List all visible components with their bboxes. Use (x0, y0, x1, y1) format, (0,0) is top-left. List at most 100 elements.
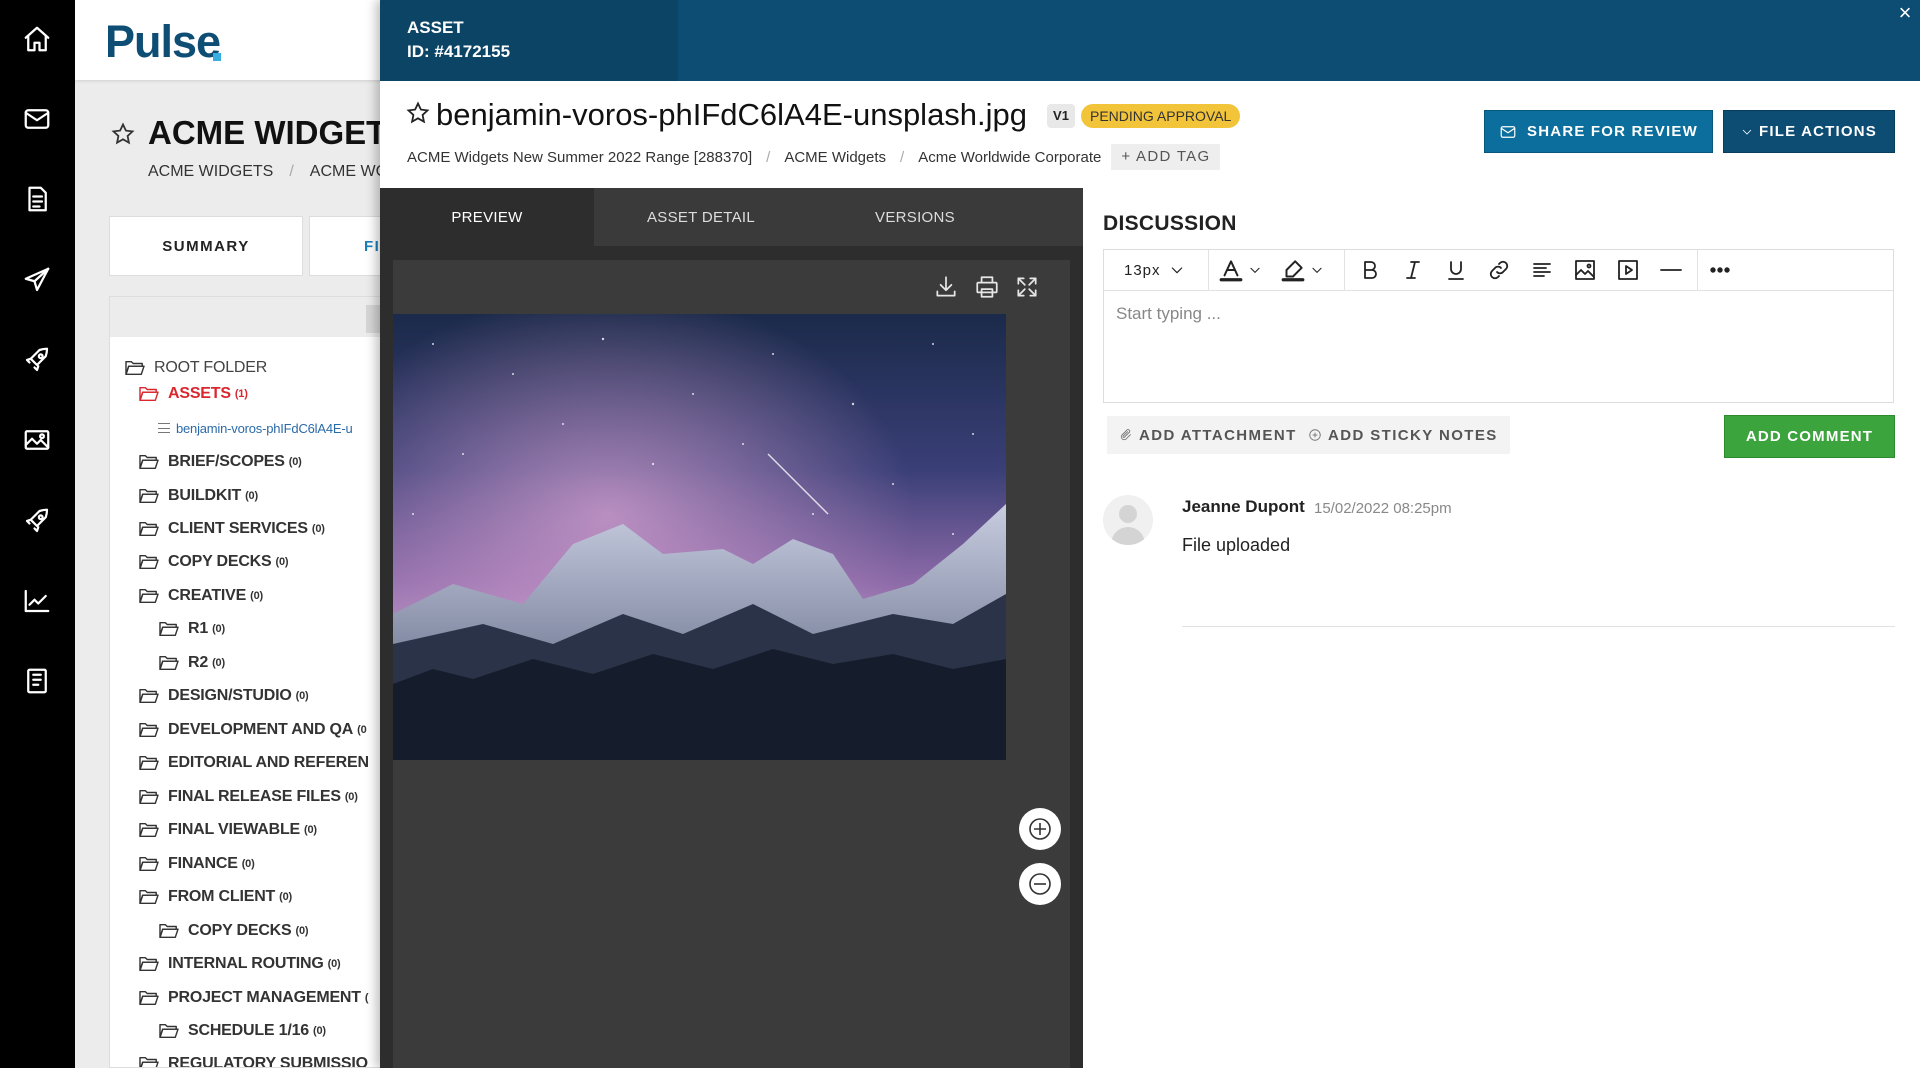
align-icon[interactable] (1530, 258, 1554, 282)
add-tag-button[interactable]: + ADD TAG (1111, 144, 1221, 170)
comment-editor[interactable]: 13px Start typing ... (1103, 249, 1894, 403)
breadcrumb-item[interactable]: ACME WIDGETS (148, 163, 273, 180)
fullscreen-icon[interactable] (1014, 274, 1040, 300)
add-attachments-button[interactable]: ADD ATTACHMENTS (1107, 416, 1321, 454)
asset-viewer: PREVIEW ASSET DETAIL VERSIONS (380, 188, 1083, 1068)
rocket-icon[interactable] (22, 345, 52, 375)
share-for-review-button[interactable]: SHARE FOR REVIEW (1484, 110, 1713, 153)
breadcrumb-item[interactable]: ACME Widgets (784, 149, 886, 166)
star-icon[interactable] (111, 122, 135, 146)
status-badge: PENDING APPROVAL (1081, 104, 1241, 128)
add-sticky-notes-button[interactable]: ADD STICKY NOTES (1296, 416, 1510, 454)
avatar (1103, 495, 1153, 545)
asset-id: ID: #4172155 (407, 42, 511, 61)
tab-summary[interactable]: SUMMARY (109, 216, 303, 276)
tab-versions[interactable]: VERSIONS (808, 188, 1022, 246)
folder-open-icon (138, 1055, 160, 1067)
italic-icon[interactable] (1401, 258, 1425, 282)
comment-divider (1182, 626, 1895, 627)
tree-item-folder[interactable]: DEVELOPMENT AND QA (0 (138, 719, 367, 741)
chevron-down-icon (1250, 267, 1260, 273)
breadcrumb-item[interactable]: ACME Widgets New Summer 2022 Range [2883… (407, 149, 752, 166)
tab-preview[interactable]: PREVIEW (380, 188, 594, 246)
folder-open-icon (138, 888, 160, 906)
asset-type-label: ASSET (407, 18, 464, 37)
asset-modal: ASSET ID: #4172155 × benjamin-voros-phIF… (380, 0, 1920, 1068)
tree-item-folder[interactable]: CLIENT SERVICES (0) (138, 518, 325, 540)
bold-icon[interactable] (1358, 258, 1382, 282)
tree-item-folder[interactable]: FROM CLIENT (0) (138, 886, 292, 908)
tree-item-assets[interactable]: ASSETS (1) (138, 383, 248, 405)
pulse-logo[interactable]: Pulse (105, 16, 221, 68)
plus-circle-icon (1309, 429, 1321, 441)
folder-open-icon (138, 855, 160, 873)
folder-open-icon (138, 821, 160, 839)
tab-asset-detail[interactable]: ASSET DETAIL (594, 188, 808, 246)
zoom-in-icon (1029, 818, 1051, 840)
folder-open-icon (138, 955, 160, 973)
link-icon[interactable] (1487, 258, 1511, 282)
breadcrumb-item[interactable]: Acme Worldwide Corporate (918, 149, 1101, 166)
highlight-color-button[interactable] (1280, 258, 1324, 282)
insert-video-icon[interactable] (1616, 258, 1640, 282)
chevron-down-icon (1312, 267, 1322, 273)
asset-preview-image[interactable] (393, 314, 1006, 760)
paperclip-icon (1120, 429, 1131, 441)
more-icon[interactable] (1708, 258, 1732, 282)
tree-item-folder[interactable]: DESIGN/STUDIO (0) (138, 685, 309, 707)
text-color-icon (1219, 260, 1243, 282)
breadcrumb-item[interactable]: ACME WC (310, 163, 387, 180)
file-actions-button[interactable]: FILE ACTIONS (1723, 110, 1895, 153)
rocket-icon[interactable] (22, 506, 52, 536)
folder-open-icon (158, 1022, 180, 1040)
download-icon[interactable] (933, 274, 959, 300)
tree-item-root[interactable]: ROOT FOLDER (124, 357, 267, 379)
zoom-in-button[interactable] (1019, 808, 1061, 850)
insert-image-icon[interactable] (1573, 258, 1597, 282)
tree-item-file[interactable]: benjamin-voros-phIFdC6lA4E-u (158, 417, 353, 439)
folder-open-icon (138, 721, 160, 739)
send-icon[interactable] (22, 265, 52, 295)
tree-item-folder[interactable]: CREATIVE (0) (138, 585, 263, 607)
tree-item-folder[interactable]: FINAL VIEWABLE (0) (138, 819, 317, 841)
tree-item-folder[interactable]: INTERNAL ROUTING (0) (138, 953, 341, 975)
tree-item-folder[interactable]: BRIEF/SCOPES (0) (138, 451, 302, 473)
document-icon[interactable] (22, 184, 52, 214)
star-icon[interactable] (406, 101, 430, 125)
underline-icon[interactable] (1444, 258, 1468, 282)
tree-item-folder[interactable]: COPY DECKS (0) (158, 920, 309, 942)
tree-item-folder[interactable]: R1 (0) (158, 618, 225, 640)
horizontal-rule-icon[interactable] (1659, 258, 1683, 282)
comment-placeholder[interactable]: Start typing ... (1116, 304, 1221, 324)
add-comment-button[interactable]: ADD COMMENT (1724, 415, 1895, 458)
tree-item-folder[interactable]: COPY DECKS (0) (138, 551, 289, 573)
tree-item-folder[interactable]: FINANCE (0) (138, 853, 255, 875)
preview-stage (393, 260, 1070, 1068)
chart-icon[interactable] (22, 586, 52, 616)
mail-icon (1500, 125, 1516, 138)
image-icon[interactable] (22, 425, 52, 455)
folder-open-icon (124, 359, 146, 377)
home-icon[interactable] (22, 24, 52, 54)
comment-author: Jeanne Dupont (1182, 497, 1305, 516)
tree-item-folder[interactable]: SCHEDULE 1/16 (0) (158, 1020, 326, 1042)
chevron-down-icon (1742, 129, 1752, 135)
asset-id-block: ASSET ID: #4172155 (380, 0, 678, 81)
folder-open-icon (138, 754, 160, 772)
tree-item-folder[interactable]: BUILDKIT (0) (138, 485, 258, 507)
folder-open-icon (138, 788, 160, 806)
tree-item-folder[interactable]: R2 (0) (158, 652, 225, 674)
tree-item-folder[interactable]: FINAL RELEASE FILES (0) (138, 786, 358, 808)
zoom-out-button[interactable] (1019, 863, 1061, 905)
mail-icon[interactable] (22, 104, 52, 134)
page-title: ACME WIDGETS (148, 114, 409, 151)
book-icon[interactable] (22, 666, 52, 696)
viewer-tabs: PREVIEW ASSET DETAIL VERSIONS (380, 188, 1083, 246)
tree-item-folder[interactable]: REGULATORY SUBMISSIO (138, 1053, 368, 1067)
tree-item-folder[interactable]: PROJECT MANAGEMENT( (138, 987, 369, 1009)
close-button[interactable]: × (1890, 0, 1920, 28)
tree-item-folder[interactable]: EDITORIAL AND REFEREN (138, 752, 369, 774)
font-size-select[interactable]: 13px (1124, 258, 1185, 282)
print-icon[interactable] (974, 274, 1000, 300)
font-color-button[interactable] (1218, 258, 1262, 282)
